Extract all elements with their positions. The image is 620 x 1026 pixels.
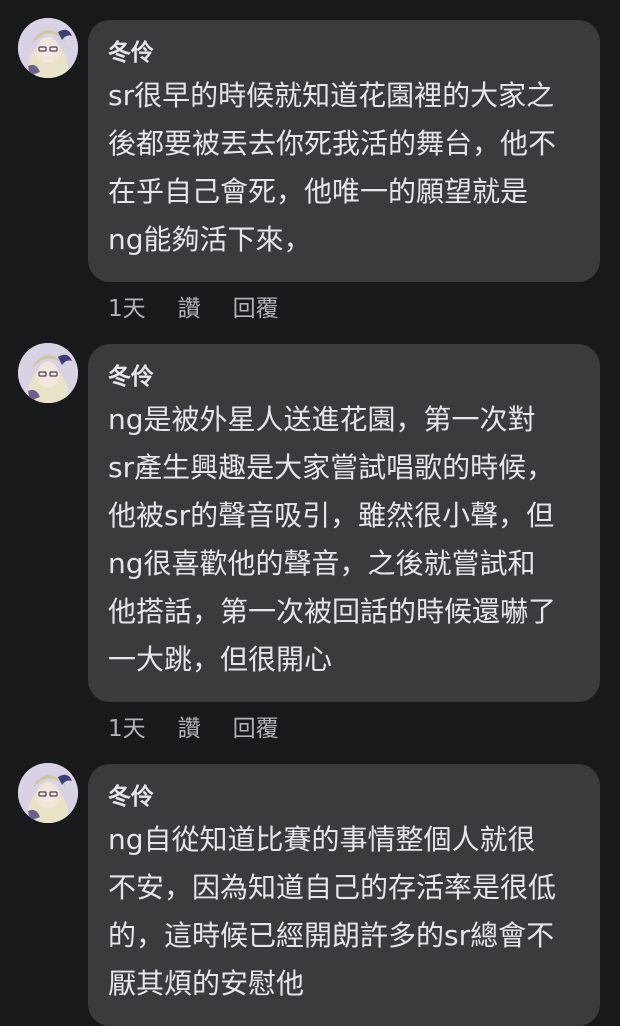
avatar[interactable] bbox=[18, 18, 78, 78]
comment-text-line: ng是被外星人送進花園，第一次對 bbox=[108, 403, 536, 436]
avatar-image-icon bbox=[18, 18, 78, 78]
avatar-image-icon bbox=[18, 763, 78, 823]
comment-text: ng是被外星人送進花園，第一次對 sr產生興趣是大家嘗試唱歌的時候， 他被sr的… bbox=[108, 396, 582, 684]
avatar-image-icon bbox=[18, 343, 78, 403]
comment-text-line: ng很喜歡他的聲音，之後就嘗試和 bbox=[108, 547, 536, 580]
comment-text-line: 的，這時候已經開朗許多的sr總會不 bbox=[108, 919, 555, 952]
comment-text-line: 他搭話，第一次被回話的時候還嚇了 bbox=[108, 595, 557, 628]
comment-timestamp[interactable]: 1天 bbox=[108, 709, 146, 743]
comment-author[interactable]: 冬伶 bbox=[108, 362, 582, 392]
like-button[interactable]: 讚 bbox=[178, 709, 201, 743]
comment-text-line: sr很早的時候就知道花園裡的大家之 bbox=[108, 79, 555, 112]
comment-text-line: 在乎自己會死，他唯一的願望就是 bbox=[108, 175, 529, 208]
comment-author[interactable]: 冬伶 bbox=[108, 782, 582, 812]
like-button[interactable]: 讚 bbox=[178, 289, 201, 323]
comment-text-line: 厭其煩的安慰他 bbox=[108, 967, 305, 1000]
comment-text-line: 不安，因為知道自己的存活率是很低 bbox=[108, 871, 557, 904]
comment-text-line: 一大跳，但很開心 bbox=[108, 643, 333, 676]
reply-button[interactable]: 回覆 bbox=[233, 289, 279, 323]
comment-text-line: 後都要被丟去你死我活的舞台，他不 bbox=[108, 127, 557, 160]
avatar[interactable] bbox=[18, 763, 78, 823]
comment-text-line: ng自從知道比賽的事情整個人就很 bbox=[108, 823, 536, 856]
comment-bubble: 冬伶 ng自從知道比賽的事情整個人就很 不安，因為知道自己的存活率是很低 的，這… bbox=[88, 764, 600, 1026]
comment-bubble: 冬伶 sr很早的時候就知道花園裡的大家之 後都要被丟去你死我活的舞台，他不 在乎… bbox=[88, 20, 600, 282]
comment-text: ng自從知道比賽的事情整個人就很 不安，因為知道自己的存活率是很低 的，這時候已… bbox=[108, 816, 582, 1008]
comment-author[interactable]: 冬伶 bbox=[108, 38, 582, 68]
avatar[interactable] bbox=[18, 343, 78, 403]
comment-text-line: sr產生興趣是大家嘗試唱歌的時候， bbox=[108, 451, 555, 484]
comment-actions: 1天 讚 回覆 bbox=[108, 289, 311, 323]
comment-text-line: ng能夠活下來， bbox=[108, 223, 312, 256]
comment-text-line: 他被sr的聲音吸引，雖然很小聲，但 bbox=[108, 499, 555, 532]
comment-bubble: 冬伶 ng是被外星人送進花園，第一次對 sr產生興趣是大家嘗試唱歌的時候， 他被… bbox=[88, 344, 600, 702]
comment-actions: 1天 讚 回覆 bbox=[108, 709, 311, 743]
comment-text: sr很早的時候就知道花園裡的大家之 後都要被丟去你死我活的舞台，他不 在乎自己會… bbox=[108, 72, 582, 264]
comment-timestamp[interactable]: 1天 bbox=[108, 289, 146, 323]
reply-button[interactable]: 回覆 bbox=[233, 709, 279, 743]
